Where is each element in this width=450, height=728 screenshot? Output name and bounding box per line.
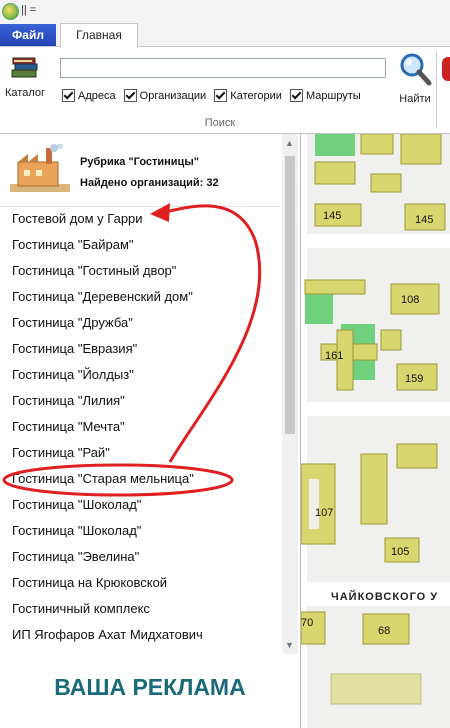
building-number: 159 (405, 373, 423, 385)
filter-addresses[interactable]: Адреса (62, 89, 116, 102)
filter-routes[interactable]: Маршруты (289, 89, 361, 102)
list-item[interactable]: ИП Ягофаров Ахат Мидхатович (0, 622, 280, 648)
ribbon-panel: Каталог Адреса Организации Категории Мар… (0, 47, 450, 134)
building-number: 145 (323, 210, 341, 222)
factory-icon (10, 144, 70, 192)
list-item[interactable]: Гостиница "Дружба" (0, 310, 280, 336)
quick-access-toolbar[interactable]: || = (21, 4, 36, 16)
search-filters: Адреса Организации Категории Маршруты (62, 89, 366, 105)
building-number: 105 (391, 546, 409, 558)
list-item[interactable]: Гостиница "Шоколад" (0, 518, 280, 544)
checkbox-checked-icon[interactable] (62, 89, 75, 102)
search-input[interactable] (60, 58, 386, 78)
list-item[interactable]: Гостиница на Крюковской (0, 570, 280, 596)
list-item[interactable]: Гостиница "Деревенский дом" (0, 284, 280, 310)
list-item[interactable]: Гостиничный комплекс (0, 596, 280, 622)
results-count: Найдено организаций: 32 (80, 177, 219, 189)
results-scrollbar[interactable]: ▲ ▼ (282, 134, 298, 654)
find-label: Найти (399, 93, 431, 105)
list-item[interactable]: Гостиница "Рай" (0, 440, 280, 466)
tab-file[interactable]: Файл (0, 24, 56, 46)
list-item[interactable]: Гостиница "Шоколад" (0, 492, 280, 518)
list-item[interactable]: Гостиница "Йолдыз" (0, 362, 280, 388)
next-ribbon-button[interactable] (442, 57, 450, 81)
scroll-up-icon[interactable]: ▲ (285, 138, 294, 148)
results-pane: Рубрика "Гостиницы" Найдено организаций:… (0, 134, 301, 728)
results-header: Рубрика "Гостиницы" Найдено организаций:… (0, 134, 280, 207)
list-item[interactable]: Гостиница "Гостиный двор" (0, 258, 280, 284)
ribbon-tabs: Файл Главная (0, 22, 450, 47)
building-number: 68 (378, 625, 390, 637)
building-number: 107 (315, 507, 333, 519)
list-item[interactable]: Гостиница "Эвелина" (0, 544, 280, 570)
building-number: 145 (415, 214, 433, 226)
list-item[interactable]: Гостевой дом у Гарри (0, 206, 280, 232)
list-item[interactable]: Гостиница "Лилия" (0, 388, 280, 414)
scrollbar-thumb[interactable] (285, 156, 295, 434)
rubric-title: Рубрика "Гостиницы" (80, 156, 199, 168)
title-bar: || = (0, 0, 450, 22)
ad-banner[interactable]: ВАША РЕКЛАМА (0, 674, 300, 701)
list-item[interactable]: Гостиница "Евразия" (0, 336, 280, 362)
tab-home[interactable]: Главная (60, 23, 138, 47)
checkbox-checked-icon[interactable] (123, 89, 137, 102)
scroll-down-icon[interactable]: ▼ (285, 640, 294, 650)
checkbox-checked-icon[interactable] (289, 89, 303, 102)
catalog-label: Каталог (5, 87, 45, 99)
find-button[interactable]: Найти (393, 52, 437, 105)
map-view[interactable]: 145 145 108 161 159 107 105 ЧАЙКОВСКОГО … (301, 134, 450, 728)
checkbox-checked-icon[interactable] (214, 89, 228, 102)
catalog-button[interactable]: Каталог (4, 55, 46, 99)
ribbon-group-label: Поиск (204, 117, 236, 129)
street-label: ЧАЙКОВСКОГО У (331, 590, 438, 603)
building-number: 161 (325, 350, 343, 362)
list-item[interactable]: Гостиница "Байрам" (0, 232, 280, 258)
filter-organizations[interactable]: Организации (123, 89, 206, 102)
app-icon[interactable] (2, 3, 19, 20)
map-canvas: 145 145 108 161 159 107 105 ЧАЙКОВСКОГО … (301, 134, 450, 728)
catalog-books-icon (11, 57, 38, 78)
organization-list: Гостевой дом у Гарри Гостиница "Байрам" … (0, 206, 280, 648)
filter-categories[interactable]: Категории (214, 89, 282, 102)
magnifier-icon (400, 53, 432, 86)
list-item-highlighted[interactable]: Гостиница "Старая мельница" (0, 466, 280, 492)
building-number: 108 (401, 294, 419, 306)
building-number: 70 (301, 617, 313, 629)
list-item[interactable]: Гостиница "Мечта" (0, 414, 280, 440)
